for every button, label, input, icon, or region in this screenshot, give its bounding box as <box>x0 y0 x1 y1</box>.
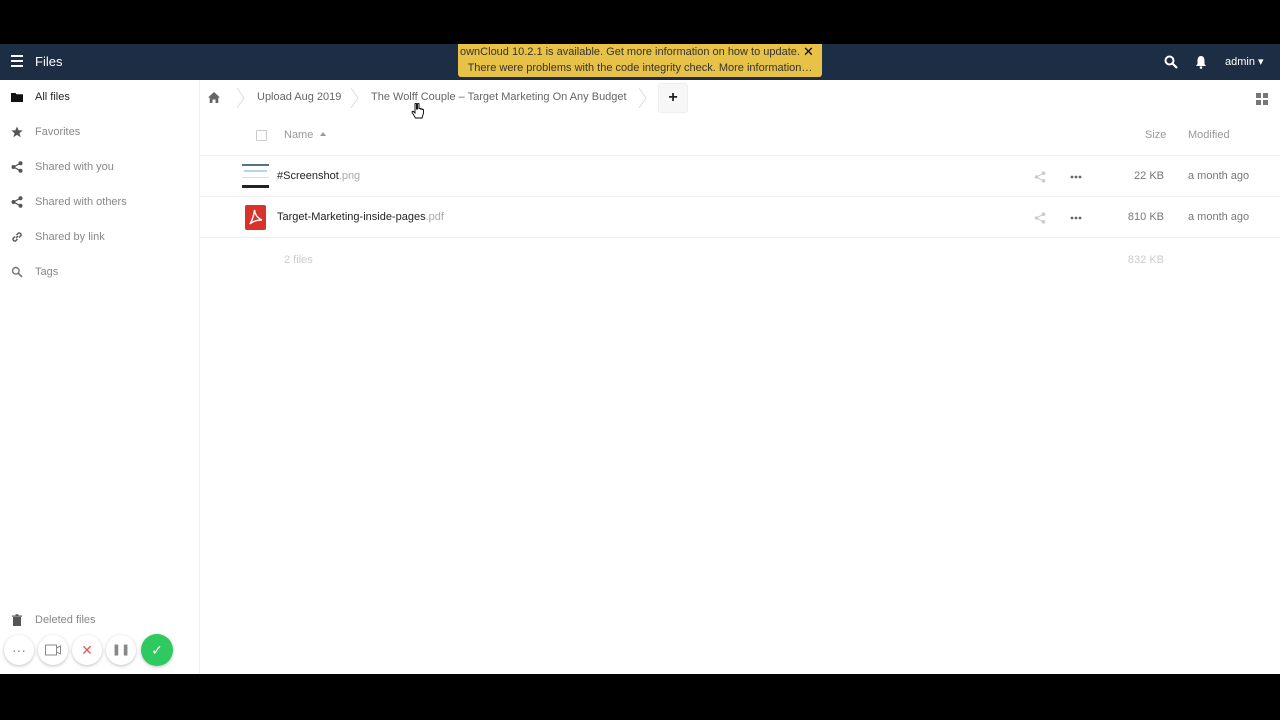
sidebar-item-all-files[interactable]: All files <box>0 80 200 115</box>
breadcrumb: Upload Aug 2019 The Wolff Couple – Targe… <box>200 80 1280 116</box>
sidebar-item-label: All files <box>35 91 70 103</box>
recorder-cancel-button[interactable]: ✕ <box>72 635 102 665</box>
sidebar-item-deleted-files[interactable]: Deleted files <box>0 603 200 638</box>
share-icon[interactable] <box>1034 171 1046 183</box>
table-row[interactable]: #Screenshot.png 22 KB a month ago <box>200 156 1280 197</box>
update-notification[interactable]: ownCloud 10.2.1 is available. Get more i… <box>458 44 822 77</box>
menu-icon[interactable] <box>11 55 23 69</box>
table-row[interactable]: Target-Marketing-inside-pages.pdf 810 KB… <box>200 197 1280 238</box>
share-icon <box>11 161 23 173</box>
file-name[interactable]: #Screenshot.png <box>277 170 360 182</box>
search-icon <box>11 266 23 278</box>
new-file-button[interactable]: + <box>658 83 688 113</box>
file-modified: a month ago <box>1188 211 1250 223</box>
chevron-right-icon <box>638 88 647 108</box>
share-icon[interactable] <box>1034 212 1046 224</box>
file-name[interactable]: Target-Marketing-inside-pages.pdf <box>277 211 444 223</box>
image-thumbnail-icon <box>242 164 269 189</box>
breadcrumb-item-upload[interactable]: Upload Aug 2019 <box>257 91 341 103</box>
more-options-icon[interactable] <box>1070 171 1082 183</box>
recorder-toolbar: ··· ✕ ❚❚ ✓ <box>4 634 176 666</box>
column-header-size[interactable]: Size <box>1145 129 1166 141</box>
chevron-right-icon <box>236 88 245 108</box>
sort-ascending-icon <box>320 132 326 136</box>
column-header-modified[interactable]: Modified <box>1188 129 1230 141</box>
sidebar-item-tags[interactable]: Tags <box>0 255 200 290</box>
share-icon <box>11 196 23 208</box>
sidebar-item-label: Shared by link <box>35 231 105 243</box>
total-size-summary: 832 KB <box>1127 254 1164 266</box>
recorder-more-button[interactable]: ··· <box>4 635 34 665</box>
pdf-icon <box>245 205 266 230</box>
select-all-checkbox[interactable] <box>256 130 267 141</box>
sidebar-item-label: Shared with others <box>35 196 127 208</box>
search-icon[interactable] <box>1164 55 1178 69</box>
more-options-icon[interactable] <box>1070 212 1082 224</box>
sidebar-item-label: Shared with you <box>35 161 114 173</box>
sidebar-item-label: Tags <box>35 266 59 278</box>
grid-view-icon[interactable] <box>1256 93 1268 105</box>
file-size: 22 KB <box>1134 170 1164 182</box>
sidebar-item-label: Deleted files <box>35 614 96 626</box>
sidebar-item-label: Favorites <box>35 126 81 138</box>
update-notification-text[interactable]: ownCloud 10.2.1 is available. Get more i… <box>458 46 802 58</box>
sidebar-item-shared-with-others[interactable]: Shared with others <box>0 185 200 220</box>
column-header-name[interactable]: Name <box>284 129 313 141</box>
user-menu[interactable]: admin ▾ <box>1225 55 1264 68</box>
link-icon <box>12 232 22 242</box>
file-name-base: #Screenshot <box>277 170 339 182</box>
file-count-summary: 2 files <box>284 254 313 266</box>
file-extension: .pdf <box>425 211 444 223</box>
sidebar: All files Favorites Shared with you Shar… <box>0 80 200 674</box>
app-frame: Files ownCloud 10.2.1 is available. Get … <box>0 44 1280 674</box>
recorder-pause-button[interactable]: ❚❚ <box>106 635 136 665</box>
file-size: 810 KB <box>1127 211 1164 223</box>
top-header: Files ownCloud 10.2.1 is available. Get … <box>0 44 1280 80</box>
file-extension: .png <box>338 170 361 182</box>
sidebar-item-favorites[interactable]: Favorites <box>0 115 200 150</box>
trash-icon <box>12 614 22 626</box>
app-title[interactable]: Files <box>35 54 62 69</box>
recorder-done-button[interactable]: ✓ <box>141 634 173 666</box>
recorder-camera-button[interactable] <box>38 635 68 665</box>
star-icon <box>11 126 23 138</box>
close-icon[interactable]: ✕ <box>803 44 814 60</box>
file-name-base: Target-Marketing-inside-pages <box>277 211 426 223</box>
sidebar-item-shared-with-you[interactable]: Shared with you <box>0 150 200 185</box>
breadcrumb-item-current-folder[interactable]: The Wolff Couple – Target Marketing On A… <box>371 91 627 103</box>
chevron-right-icon <box>350 88 359 108</box>
file-modified: a month ago <box>1188 170 1250 182</box>
integrity-notification-text[interactable]: There were problems with the code integr… <box>458 62 822 74</box>
bell-icon[interactable] <box>1195 55 1207 69</box>
sidebar-item-shared-by-link[interactable]: Shared by link <box>0 220 200 255</box>
camera-icon <box>45 644 61 656</box>
folder-icon <box>11 93 23 102</box>
home-icon[interactable] <box>208 92 220 103</box>
table-header: Name Size Modified <box>200 116 1280 156</box>
